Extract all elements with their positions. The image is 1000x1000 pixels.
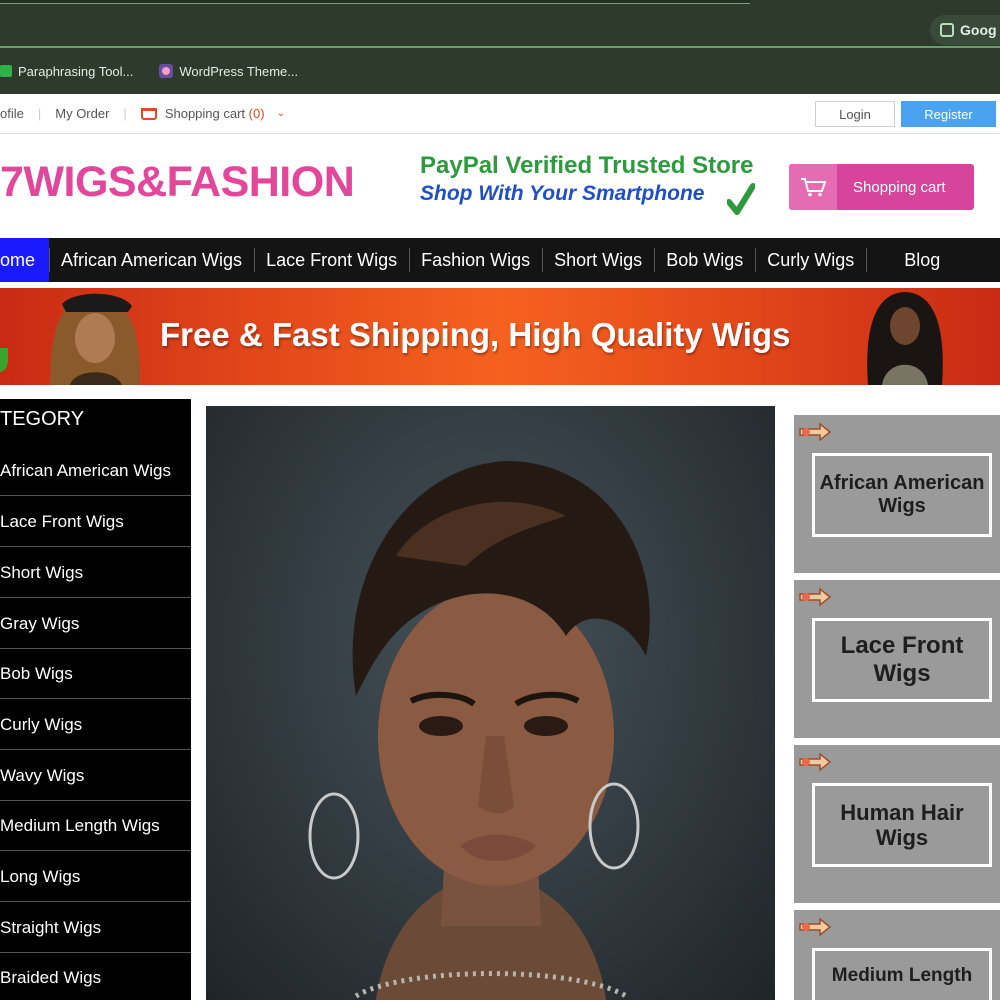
category-item-medium-length-wigs[interactable]: Medium Length Wigs — [0, 801, 191, 851]
nav-item-home[interactable]: ome — [0, 238, 49, 282]
my-order-link[interactable]: My Order — [55, 106, 109, 121]
main-nav: ome African American Wigs Lace Front Wig… — [0, 238, 1000, 282]
account-links: ofile | My Order | Shopping cart (0) ⌄ — [0, 106, 285, 121]
banner-headline: Free & Fast Shipping, High Quality Wigs — [160, 316, 791, 353]
tab-strip — [0, 0, 750, 4]
lens-icon — [940, 23, 954, 37]
google-label: Goog — [960, 22, 997, 38]
shopping-cart-button[interactable]: Shopping cart — [789, 164, 974, 210]
banner-model-right-image — [867, 292, 943, 385]
shopping-cart-label: Shopping cart — [853, 178, 946, 196]
site-logo[interactable]: 7WIGS&FASHION — [0, 158, 355, 207]
trust-line-paypal: PayPal Verified Trusted Store — [420, 152, 754, 179]
site-header: 7WIGS&FASHION PayPal Verified Trusted St… — [0, 134, 1000, 238]
promo-label: Medium Length — [831, 965, 973, 986]
go-arrow-icon — [799, 422, 832, 442]
model-portrait-image — [308, 461, 650, 1000]
category-item-straight-wigs[interactable]: Straight Wigs — [0, 903, 191, 953]
cart-link-label: Shopping cart — [164, 106, 246, 121]
bookmark-wordpress-theme[interactable]: WordPress Theme... — [159, 64, 298, 79]
promo-card-medium-length[interactable]: Medium Length — [794, 910, 1000, 1000]
category-item-lace-front-wigs[interactable]: Lace Front Wigs — [0, 497, 191, 547]
shopping-cart-link[interactable]: Shopping cart (0) ⌄ — [140, 106, 285, 121]
promo-card-lace-front-wigs[interactable]: Lace Front Wigs — [794, 580, 1000, 738]
category-sidebar: TEGORY African American Wigs Lace Front … — [0, 399, 191, 1000]
category-item-bob-wigs[interactable]: Bob Wigs — [0, 649, 191, 699]
promo-label: African American Wigs — [819, 472, 985, 517]
checkmark-icon — [727, 183, 755, 215]
category-item-short-wigs[interactable]: Short Wigs — [0, 548, 191, 598]
go-arrow-icon — [799, 752, 832, 772]
cart-icon — [140, 107, 157, 120]
go-arrow-icon — [799, 917, 832, 937]
promo-label: Human Hair Wigs — [840, 799, 964, 850]
category-item-braided-wigs[interactable]: Braided Wigs — [0, 953, 191, 1000]
nav-item-fashion-wigs[interactable]: Fashion Wigs — [409, 238, 542, 282]
nav-item-lace-front-wigs[interactable]: Lace Front Wigs — [254, 238, 409, 282]
promo-frame: Lace Front Wigs — [812, 618, 992, 702]
browser-toolbar: Goog — [0, 0, 1000, 48]
nav-item-blog[interactable]: Blog — [866, 238, 952, 282]
promo-label: Lace Front Wigs — [840, 632, 964, 687]
promo-card-african-american-wigs[interactable]: African American Wigs — [794, 415, 1000, 573]
login-button[interactable]: Login — [815, 101, 895, 127]
bookmark-label: Paraphrasing Tool... — [18, 63, 134, 79]
cart-icon — [789, 164, 837, 210]
nav-item-african-american-wigs[interactable]: African American Wigs — [49, 238, 254, 282]
paraphrasing-favicon-icon — [0, 65, 12, 77]
wordpress-favicon-icon — [159, 64, 174, 78]
bookmark-label: WordPress Theme... — [179, 63, 299, 79]
banner-model-left-image — [50, 293, 140, 385]
profile-link[interactable]: ofile — [0, 106, 24, 121]
account-bar: ofile | My Order | Shopping cart (0) ⌄ L… — [0, 94, 1000, 134]
nav-item-short-wigs[interactable]: Short Wigs — [542, 238, 654, 282]
divider: | — [37, 106, 42, 121]
category-item-african-american-wigs[interactable]: African American Wigs — [0, 446, 191, 496]
google-lens-button[interactable]: Goog — [930, 15, 1000, 45]
hero-product-image[interactable] — [206, 406, 775, 1000]
category-title: TEGORY — [0, 408, 85, 430]
promo-frame: African American Wigs — [812, 453, 992, 537]
promo-card-human-hair-wigs[interactable]: Human Hair Wigs — [794, 745, 1000, 903]
category-item-wavy-wigs[interactable]: Wavy Wigs — [0, 751, 191, 801]
bookmarks-bar: Paraphrasing Tool... WordPress Theme... — [0, 48, 1000, 94]
go-arrow-icon — [799, 587, 832, 607]
promo-frame: Medium Length — [812, 948, 992, 1000]
register-button[interactable]: Register — [901, 101, 996, 127]
category-item-gray-wigs[interactable]: Gray Wigs — [0, 599, 191, 649]
cart-count: (0) — [248, 106, 265, 121]
shipping-banner[interactable]: Free & Fast Shipping, High Quality Wigs — [0, 288, 1000, 385]
divider: | — [123, 106, 127, 121]
chevron-down-icon: ⌄ — [276, 108, 285, 119]
category-item-curly-wigs[interactable]: Curly Wigs — [0, 700, 191, 750]
promo-frame: Human Hair Wigs — [812, 783, 992, 867]
trust-badge: PayPal Verified Trusted Store Shop With … — [420, 152, 765, 224]
leaf-icon — [0, 348, 8, 372]
category-item-long-wigs[interactable]: Long Wigs — [0, 852, 191, 902]
bookmark-paraphrasing-tool[interactable]: Paraphrasing Tool... — [0, 64, 133, 79]
nav-item-curly-wigs[interactable]: Curly Wigs — [755, 238, 866, 282]
trust-line-smartphone: Shop With Your Smartphone — [420, 182, 705, 205]
nav-item-bob-wigs[interactable]: Bob Wigs — [654, 238, 755, 282]
